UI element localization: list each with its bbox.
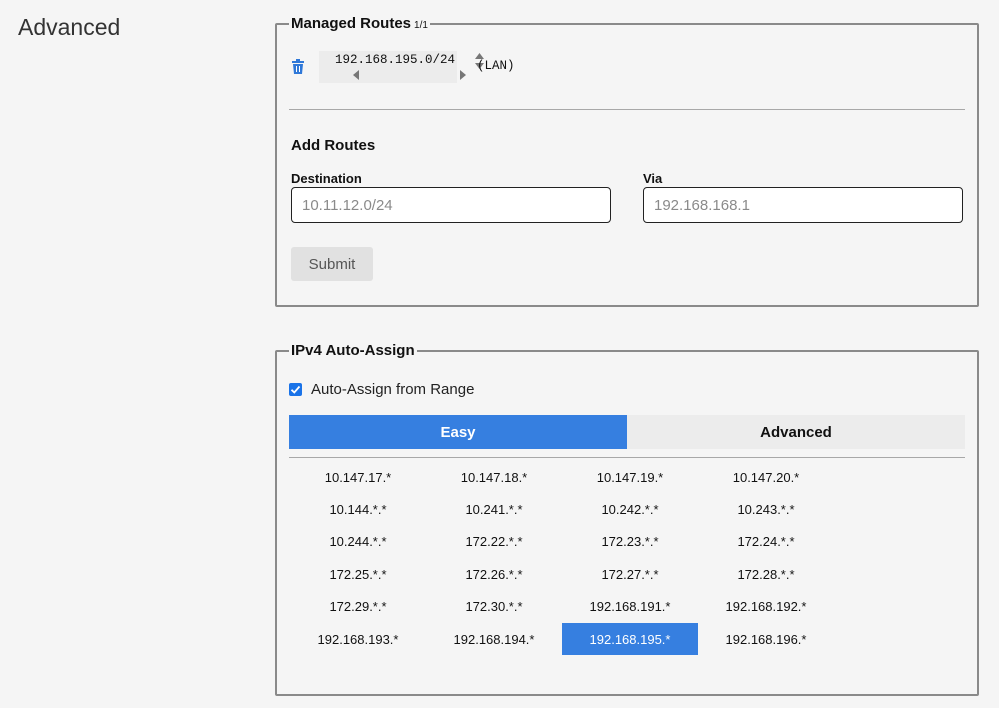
scroll-left-icon[interactable] bbox=[352, 70, 360, 80]
divider bbox=[289, 109, 965, 110]
managed-routes-fieldset: Managed Routes 1/1 192.168.195.0/24 (LAN) bbox=[275, 15, 979, 307]
via-input[interactable] bbox=[643, 187, 963, 223]
divider bbox=[289, 457, 965, 458]
trash-icon[interactable] bbox=[291, 59, 305, 75]
range-option[interactable]: 10.243.*.* bbox=[698, 493, 834, 525]
destination-input[interactable] bbox=[291, 187, 611, 223]
scroll-right-icon[interactable] bbox=[459, 70, 467, 80]
range-option[interactable]: 192.168.194.* bbox=[426, 623, 562, 655]
route-row: 192.168.195.0/24 (LAN) bbox=[291, 51, 531, 85]
range-option[interactable]: 10.147.19.* bbox=[562, 461, 698, 493]
ipv4-auto-assign-fieldset: IPv4 Auto-Assign Auto-Assign from Range … bbox=[275, 342, 979, 696]
managed-routes-legend: Managed Routes 1/1 bbox=[289, 15, 430, 35]
checkmark-icon bbox=[290, 385, 301, 394]
range-option[interactable]: 10.244.*.* bbox=[290, 526, 426, 558]
via-label: Via bbox=[643, 171, 663, 186]
range-option[interactable]: 10.147.20.* bbox=[698, 461, 834, 493]
route-target-field[interactable]: 192.168.195.0/24 bbox=[319, 51, 484, 83]
managed-routes-count: 1/1 bbox=[414, 20, 428, 31]
range-option[interactable]: 172.24.*.* bbox=[698, 526, 834, 558]
managed-routes-title: Managed Routes bbox=[291, 15, 412, 32]
range-option[interactable]: 10.144.*.* bbox=[290, 493, 426, 525]
range-option[interactable]: 192.168.192.* bbox=[698, 591, 834, 623]
range-option[interactable]: 172.28.*.* bbox=[698, 558, 834, 590]
range-option[interactable]: 10.242.*.* bbox=[562, 493, 698, 525]
range-option[interactable]: 10.147.18.* bbox=[426, 461, 562, 493]
auto-assign-label: Auto-Assign from Range bbox=[311, 381, 475, 398]
auto-assign-checkbox[interactable] bbox=[289, 383, 302, 396]
section-title: Advanced bbox=[18, 14, 121, 40]
range-option[interactable]: 10.241.*.* bbox=[426, 493, 562, 525]
range-option[interactable]: 172.22.*.* bbox=[426, 526, 562, 558]
add-routes-title: Add Routes bbox=[291, 137, 376, 154]
range-tabs: Easy Advanced bbox=[289, 415, 965, 449]
range-option[interactable]: 172.23.*.* bbox=[562, 526, 698, 558]
destination-label: Destination bbox=[291, 171, 362, 186]
tab-easy[interactable]: Easy bbox=[289, 415, 627, 449]
range-option[interactable]: 192.168.195.* bbox=[562, 623, 698, 655]
range-option[interactable]: 172.30.*.* bbox=[426, 591, 562, 623]
range-option[interactable]: 10.147.17.* bbox=[290, 461, 426, 493]
range-option[interactable]: 172.25.*.* bbox=[290, 558, 426, 590]
tab-advanced[interactable]: Advanced bbox=[627, 415, 965, 449]
submit-button[interactable]: Submit bbox=[291, 247, 373, 281]
ipv4-legend: IPv4 Auto-Assign bbox=[289, 342, 417, 360]
range-option[interactable]: 192.168.196.* bbox=[698, 623, 834, 655]
route-via-label: (LAN) bbox=[477, 59, 515, 73]
range-option[interactable]: 192.168.191.* bbox=[562, 591, 698, 623]
range-option[interactable]: 192.168.193.* bbox=[290, 623, 426, 655]
route-target-value: 192.168.195.0/24 bbox=[335, 53, 456, 67]
range-option[interactable]: 172.26.*.* bbox=[426, 558, 562, 590]
range-option[interactable]: 172.27.*.* bbox=[562, 558, 698, 590]
range-option[interactable]: 172.29.*.* bbox=[290, 591, 426, 623]
